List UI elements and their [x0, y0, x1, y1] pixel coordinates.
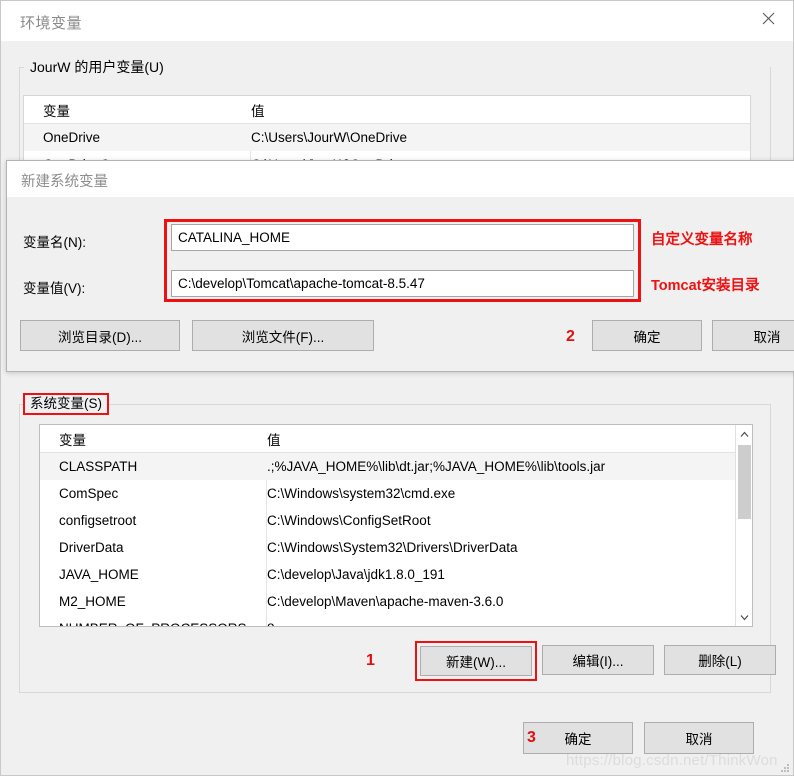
- table-row[interactable]: ComSpec C:\Windows\system32\cmd.exe: [40, 480, 752, 507]
- system-table-scrollbar[interactable]: [735, 425, 752, 626]
- cell-variable: ComSpec: [59, 486, 119, 501]
- user-variables-label: JourW 的用户变量(U): [26, 59, 168, 75]
- cell-variable: CLASSPATH: [59, 459, 138, 474]
- variable-name-input[interactable]: [171, 224, 634, 251]
- ok-button[interactable]: 确定: [523, 722, 633, 754]
- cell-value: C:\Users\JourW\OneDrive: [251, 130, 408, 145]
- step-marker-3: 3: [527, 729, 536, 746]
- variable-name-annotation: 自定义变量名称: [651, 232, 753, 248]
- user-table-header: 变量 值: [24, 96, 750, 124]
- cell-variable: OneDrive: [43, 130, 101, 145]
- table-row[interactable]: JAVA_HOME C:\develop\Java\jdk1.8.0_191: [40, 561, 752, 588]
- window-titlebar: 环境变量: [1, 1, 793, 41]
- new-var-ok-button[interactable]: 确定: [592, 320, 702, 351]
- environment-variables-window: 环境变量 JourW 的用户变量(U) 变量 值 OneDrive C:\Use…: [0, 0, 794, 776]
- resize-grip-icon[interactable]: [778, 761, 790, 773]
- new-var-cancel-button[interactable]: 取消: [712, 320, 794, 351]
- cell-value: 8: [267, 615, 275, 626]
- cell-variable: DriverData: [59, 540, 124, 555]
- cancel-button[interactable]: 取消: [644, 722, 754, 754]
- cell-variable: NUMBER_OF_PROCESSORS: [59, 615, 247, 626]
- table-row[interactable]: OneDrive C:\Users\JourW\OneDrive: [24, 124, 750, 151]
- cell-variable: configsetroot: [59, 513, 137, 528]
- watermark-text: https://blog.csdn.net/ThinkWon: [566, 752, 778, 769]
- user-col-variable: 变量: [43, 104, 70, 119]
- system-col-value: 值: [267, 433, 281, 448]
- table-row[interactable]: CLASSPATH .;%JAVA_HOME%\lib\dt.jar;%JAVA…: [40, 453, 752, 480]
- cell-variable: M2_HOME: [59, 594, 126, 609]
- table-row[interactable]: M2_HOME C:\develop\Maven\apache-maven-3.…: [40, 588, 752, 615]
- table-row[interactable]: NUMBER_OF_PROCESSORS 8: [40, 615, 752, 626]
- new-system-variable-button[interactable]: 新建(W)...: [420, 646, 532, 676]
- delete-system-variable-button[interactable]: 删除(L): [664, 645, 776, 675]
- edit-system-variable-button[interactable]: 编辑(I)...: [542, 645, 654, 675]
- system-table-header: 变量 值: [40, 425, 752, 453]
- new-var-title: 新建系统变量: [21, 174, 108, 190]
- chevron-up-icon[interactable]: [736, 425, 752, 443]
- cell-variable: JAVA_HOME: [59, 567, 139, 582]
- chevron-down-icon[interactable]: [736, 608, 752, 626]
- system-col-variable: 变量: [59, 433, 86, 448]
- variable-value-input[interactable]: [171, 270, 634, 297]
- cell-value: C:\Windows\system32\cmd.exe: [267, 486, 456, 501]
- user-col-value: 值: [251, 104, 265, 119]
- system-variables-group: 系统变量(S) 变量 值 CLASSPATH .;%JAVA_HOME%\lib…: [19, 393, 776, 693]
- system-variables-buttons: 新建(W)... 编辑(I)... 删除(L): [19, 641, 776, 683]
- browse-file-button[interactable]: 浏览文件(F)...: [192, 320, 374, 351]
- cell-value: C:\Windows\System32\Drivers\DriverData: [267, 540, 518, 555]
- table-row[interactable]: DriverData C:\Windows\System32\Drivers\D…: [40, 534, 752, 561]
- variable-value-annotation: Tomcat安装目录: [651, 278, 760, 294]
- window-title: 环境变量: [20, 15, 83, 32]
- step-marker-1: 1: [366, 652, 375, 669]
- cell-value: .;%JAVA_HOME%\lib\dt.jar;%JAVA_HOME%\lib…: [267, 459, 606, 474]
- variable-value-label: 变量值(V):: [23, 281, 86, 296]
- system-variables-label: 系统变量(S): [30, 396, 102, 411]
- cell-value: C:\develop\Maven\apache-maven-3.6.0: [267, 594, 504, 609]
- cell-value: C:\develop\Java\jdk1.8.0_191: [267, 567, 445, 582]
- browse-directory-button[interactable]: 浏览目录(D)...: [20, 320, 180, 351]
- step-marker-2: 2: [566, 328, 575, 345]
- new-button-highlight: 新建(W)...: [415, 641, 537, 681]
- new-var-titlebar: 新建系统变量: [7, 161, 794, 197]
- cell-value: C:\Windows\ConfigSetRoot: [267, 513, 431, 528]
- system-variables-table[interactable]: 变量 值 CLASSPATH .;%JAVA_HOME%\lib\dt.jar;…: [39, 424, 753, 627]
- table-row[interactable]: configsetroot C:\Windows\ConfigSetRoot: [40, 507, 752, 534]
- variable-name-label: 变量名(N):: [23, 235, 86, 250]
- scrollbar-thumb[interactable]: [738, 445, 751, 519]
- close-icon[interactable]: [745, 1, 791, 35]
- system-variables-label-highlight: 系统变量(S): [23, 393, 109, 415]
